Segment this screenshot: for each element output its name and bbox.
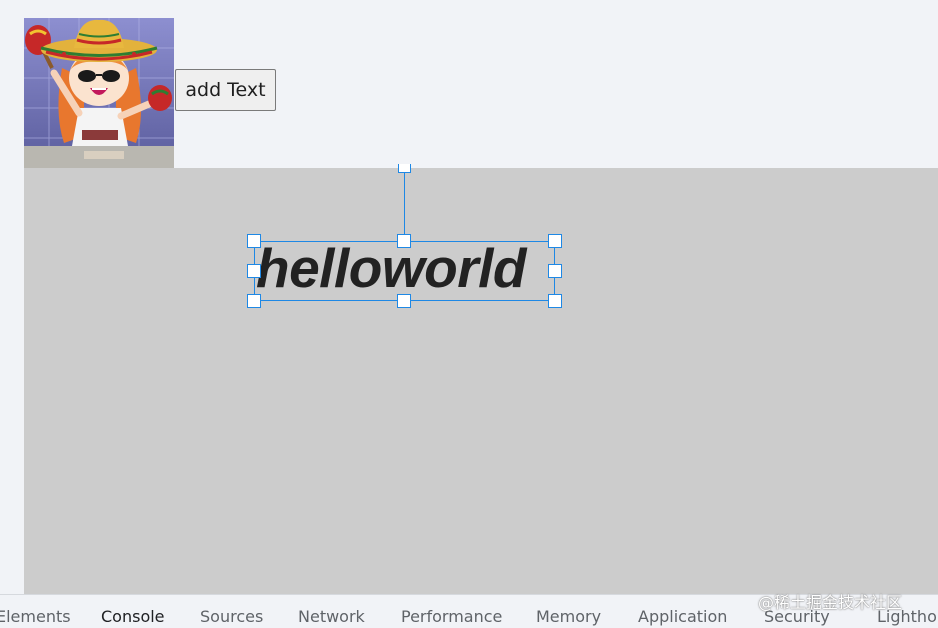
resize-handle-top-right[interactable] <box>548 234 562 248</box>
character-illustration <box>24 18 174 168</box>
tab-console[interactable]: Console <box>101 607 165 626</box>
tab-network[interactable]: Network <box>298 607 365 626</box>
resize-handle-bottom-right[interactable] <box>548 294 562 308</box>
rotate-connector-line <box>404 172 405 234</box>
resize-handle-middle-left[interactable] <box>247 264 261 278</box>
tab-memory[interactable]: Memory <box>536 607 601 626</box>
watermark: @稀土掘金技术社区 <box>758 593 903 612</box>
image-thumbnail[interactable] <box>24 18 174 168</box>
resize-handle-bottom-left[interactable] <box>247 294 261 308</box>
tab-performance[interactable]: Performance <box>401 607 502 626</box>
add-text-button[interactable]: add Text <box>175 69 276 111</box>
canvas-area[interactable] <box>24 168 938 594</box>
resize-handle-top-left[interactable] <box>247 234 261 248</box>
resize-handle-middle-right[interactable] <box>548 264 562 278</box>
rotate-handle[interactable] <box>398 164 411 173</box>
selection-box <box>254 241 555 301</box>
resize-handle-bottom-center[interactable] <box>397 294 411 308</box>
tab-elements[interactable]: Elements <box>0 607 71 626</box>
tab-application[interactable]: Application <box>638 607 727 626</box>
tab-sources[interactable]: Sources <box>200 607 263 626</box>
page: add Text helloworld Elements Console Sou… <box>0 0 938 628</box>
resize-handle-top-center[interactable] <box>397 234 411 248</box>
